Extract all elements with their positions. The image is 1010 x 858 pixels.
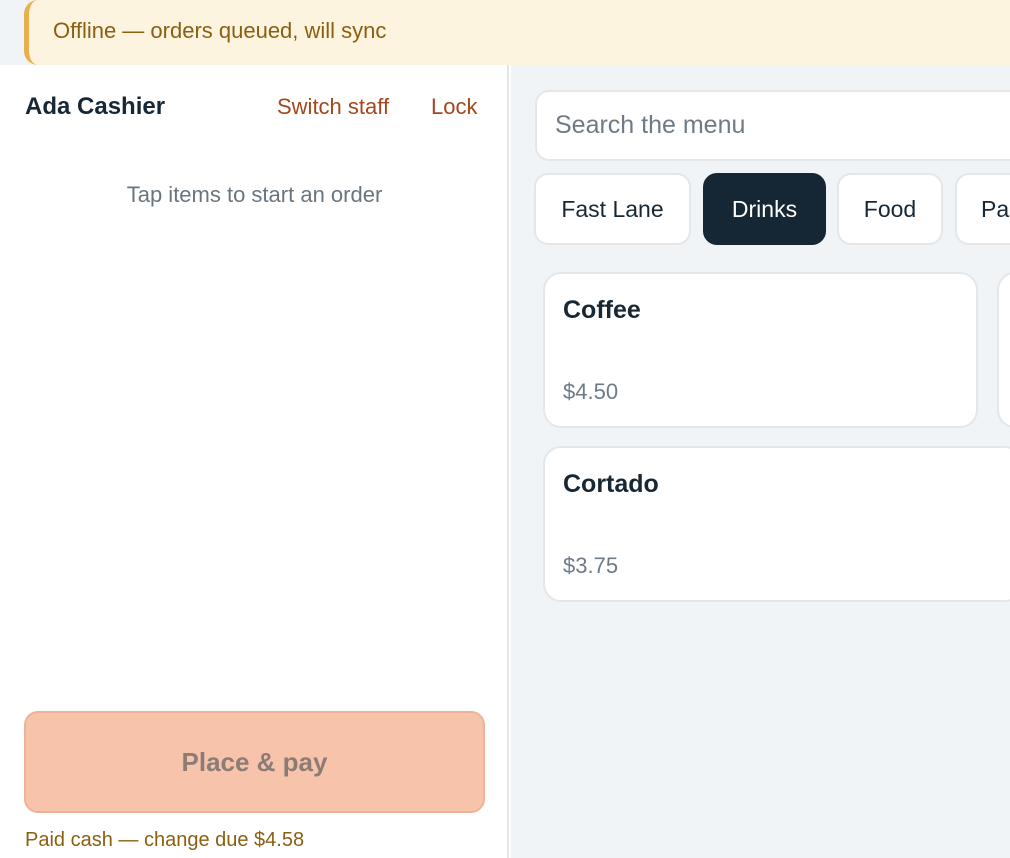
search-menu-input[interactable]: [535, 90, 1010, 161]
offline-banner-box: Offline — orders queued, will sync: [24, 0, 1010, 65]
switch-staff-button[interactable]: Switch staff: [277, 94, 389, 120]
lock-button[interactable]: Lock: [431, 94, 477, 120]
offline-banner: Offline — orders queued, will sync: [0, 0, 1010, 65]
order-panel: Ada Cashier Switch staff Lock Tap items …: [0, 65, 509, 858]
menu-item-name: Coffee: [563, 296, 641, 324]
tab-food[interactable]: Food: [837, 173, 943, 245]
tab-fast-lane[interactable]: Fast Lane: [534, 173, 691, 245]
menu-item-name: Cortado: [563, 470, 659, 498]
menu-item-price: $4.50: [563, 379, 619, 404]
menu-item-card-coffee[interactable]: Coffee $4.50: [543, 272, 978, 428]
empty-order-hint: Tap items to start an order: [126, 182, 383, 207]
payment-status: Paid cash — change due $4.58: [25, 829, 305, 851]
tab-pastry[interactable]: Pastry: [955, 173, 1010, 245]
menu-panel: Fast Lane Drinks Food Pastry Coffee $4.5…: [511, 65, 1010, 858]
cashier-name: Ada Cashier: [25, 93, 166, 120]
offline-banner-text: Offline — orders queued, will sync: [53, 18, 387, 43]
menu-item-card-partial[interactable]: [997, 272, 1010, 428]
menu-item-card-cortado[interactable]: Cortado $3.75: [543, 446, 1010, 602]
menu-item-price: $3.75: [563, 553, 619, 578]
place-pay-button[interactable]: Place & pay: [24, 711, 485, 813]
tab-drinks[interactable]: Drinks: [703, 173, 826, 245]
